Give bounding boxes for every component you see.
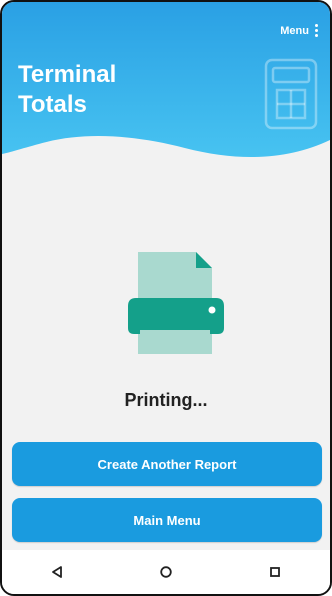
android-nav-bar: [2, 550, 330, 594]
kebab-menu-icon: [315, 24, 318, 37]
menu-button[interactable]: Menu: [280, 24, 318, 37]
app-title: Terminal Totals: [18, 60, 116, 120]
recents-button[interactable]: [255, 552, 295, 592]
printing-status-text: Printing...: [124, 390, 208, 410]
back-icon: [51, 566, 62, 578]
main-menu-button[interactable]: Main Menu: [12, 498, 322, 542]
printer-icon: [128, 252, 224, 354]
phone-screen: Menu Terminal Totals Printing... Create …: [0, 0, 332, 596]
recents-icon: [270, 567, 281, 577]
app-title-line-1: Terminal: [18, 61, 117, 88]
back-button[interactable]: [37, 552, 77, 592]
menu-label: Menu: [280, 24, 309, 37]
calculator-icon: [264, 58, 318, 130]
app-title-line-2: Totals: [18, 91, 87, 118]
home-icon: [160, 566, 172, 578]
create-another-report-button[interactable]: Create Another Report: [12, 442, 322, 486]
app-header: Menu Terminal Totals: [2, 2, 330, 162]
home-button[interactable]: [146, 552, 186, 592]
